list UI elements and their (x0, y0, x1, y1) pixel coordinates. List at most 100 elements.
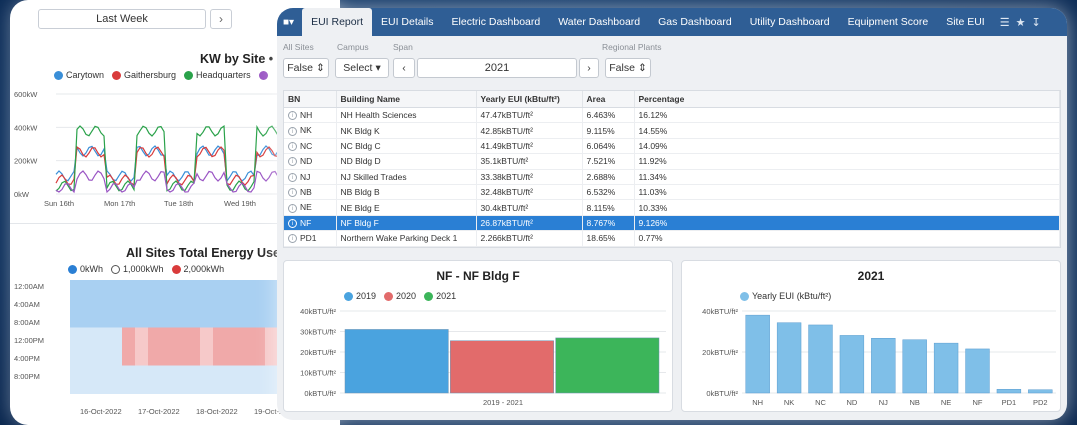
heat-y-tick: 8:00AM (14, 318, 40, 327)
heat-cell (187, 327, 200, 337)
legend-item[interactable]: 2020 (384, 291, 416, 301)
next-period-button[interactable]: › (210, 9, 232, 29)
heat-cell (174, 280, 187, 290)
heat-cell (213, 299, 226, 309)
heat-cell (200, 375, 213, 385)
period-select[interactable]: Last Week (38, 9, 206, 29)
table-cell: i NB (284, 184, 337, 201)
heat-cell (252, 375, 265, 385)
heat-cell (96, 356, 109, 366)
legend-swatch (384, 291, 394, 301)
bar-2021 (555, 337, 660, 394)
legend-item[interactable]: 2,000kWh (171, 264, 224, 274)
info-icon[interactable]: i (288, 172, 297, 182)
star-icon[interactable]: ★ (1016, 16, 1026, 29)
heat-cell (226, 299, 239, 309)
info-icon[interactable]: i (288, 111, 297, 121)
all-sites-select[interactable]: False ⇕ (283, 58, 329, 78)
col-area[interactable]: Area (582, 91, 635, 108)
cell-text: ND (300, 156, 313, 167)
heat-y-tick: 4:00AM (14, 300, 40, 309)
legend-item[interactable]: 2021 (424, 291, 456, 301)
cell-text: 18.65% (586, 233, 616, 244)
cell-text: 6.463% (586, 110, 616, 121)
chart-x-tick: PD2 (1033, 398, 1048, 407)
col-bn[interactable]: BN (284, 91, 337, 108)
chart-x-tick: ND (846, 398, 857, 407)
table-row[interactable]: i NK NK Bldg K 42.85kBTU/ft² 9.115% 14.55% (284, 122, 1060, 139)
legend-item[interactable]: Yearly EUI (kBtu/ft²) (740, 291, 831, 301)
heat-cell (161, 337, 174, 347)
tab-eui-report[interactable]: EUI Report (302, 8, 372, 36)
table-row[interactable]: i NF NF Bldg F 26.87kBTU/ft² 8.767% 9.126% (284, 215, 1060, 232)
heat-cell (135, 337, 148, 347)
tab-water-dashboard[interactable]: Water Dashboard (549, 8, 649, 36)
tab-eui-details[interactable]: EUI Details (372, 8, 443, 36)
span-prev-button[interactable]: ‹ (393, 58, 415, 78)
heat-cell (174, 299, 187, 309)
list-icon[interactable]: ☰ (1000, 16, 1010, 29)
download-icon[interactable]: ↧ (1031, 16, 1040, 29)
cell-text: 26.87kBTU/ft² (480, 217, 533, 228)
info-icon[interactable]: i (288, 188, 297, 198)
heat-cell (148, 384, 161, 394)
legend-swatch (184, 70, 194, 80)
col-percentage[interactable]: Percentage (634, 91, 1060, 108)
span-next-button[interactable]: › (579, 58, 599, 78)
legend-item[interactable]: 1,000kWh (111, 264, 164, 274)
legend-item[interactable] (258, 70, 268, 80)
col-building-name[interactable]: Building Name (336, 91, 477, 108)
info-icon[interactable]: i (288, 157, 297, 167)
tab-utility-dashboard[interactable]: Utility Dashboard (741, 8, 839, 36)
info-icon[interactable]: i (288, 203, 297, 213)
tab-equipment-score[interactable]: Equipment Score (839, 8, 938, 36)
legend-item[interactable]: Gaithersburg (112, 70, 176, 80)
heat-x-tick: 16-Oct-2022 (80, 407, 122, 416)
tab-gas-dashboard[interactable]: Gas Dashboard (649, 8, 741, 36)
heat-cell (200, 356, 213, 366)
heat-cell (96, 299, 109, 309)
table-cell: 0.77% (634, 230, 1060, 247)
table-row[interactable]: i NC NC Bldg C 41.49kBTU/ft² 6.064% 14.09% (284, 138, 1060, 155)
campus-select[interactable]: Select ▾ (335, 58, 389, 78)
table-row[interactable]: i ND ND Bldg D 35.1kBTU/ft² 7.521% 11.92% (284, 153, 1060, 170)
info-icon[interactable]: i (288, 126, 297, 136)
info-icon[interactable]: i (288, 219, 297, 229)
table-row[interactable]: i PD1 Northern Wake Parking Deck 1 2.266kBT… (284, 230, 1060, 247)
col-yearly-eui[interactable]: Yearly EUI (kBtu/ft²) (476, 91, 583, 108)
info-icon[interactable]: i (288, 142, 297, 152)
heat-cell (109, 289, 122, 299)
regional-plants-select[interactable]: False ⇕ (605, 58, 651, 78)
heat-cell (174, 308, 187, 318)
legend-item[interactable]: 0kWh (68, 264, 103, 274)
heat-cell (226, 318, 239, 328)
table-row[interactable]: i NB NB Bldg B 32.48kBTU/ft² 6.532% 11.03% (284, 184, 1060, 201)
heat-cell (226, 337, 239, 347)
info-icon[interactable]: i (288, 234, 297, 244)
heat-cell (200, 346, 213, 356)
legend-item[interactable]: Carytown (54, 70, 104, 80)
bar-NE (933, 342, 959, 394)
cell-text: 30.4kBTU/ft² (480, 202, 529, 213)
heat-cell (109, 327, 122, 337)
table-row[interactable]: i NE NE Bldg E 30.4kBTU/ft² 8.115% 10.33% (284, 199, 1060, 216)
heat-cell (252, 289, 265, 299)
table-cell: ND Bldg D (336, 153, 477, 170)
table-cell: 32.48kBTU/ft² (476, 184, 583, 201)
heat-cell (109, 346, 122, 356)
table-cell: 7.521% (582, 153, 635, 170)
tab-electric-dashboard[interactable]: Electric Dashboard (443, 8, 550, 36)
kw-x-tick: Mon 17th (104, 199, 135, 208)
cell-text: 42.85kBTU/ft² (480, 125, 533, 136)
span-year-field[interactable]: 2021 (417, 58, 577, 78)
heat-cell (83, 365, 96, 375)
legend-item[interactable]: 2019 (344, 291, 376, 301)
heat-cell (252, 337, 265, 347)
cell-text: 10.33% (638, 202, 668, 213)
heat-cell (239, 365, 252, 375)
tab-site-eui[interactable]: Site EUI (937, 8, 994, 36)
table-row[interactable]: i NH NH Health Sciences 47.47kBTU/ft² 6.463%… (284, 107, 1060, 124)
menu-icon[interactable]: ■▾ (283, 17, 302, 28)
table-row[interactable]: i NJ NJ Skilled Trades 33.38kBTU/ft² 2.688% 1… (284, 169, 1060, 185)
legend-item[interactable]: Headquarters (184, 70, 251, 80)
